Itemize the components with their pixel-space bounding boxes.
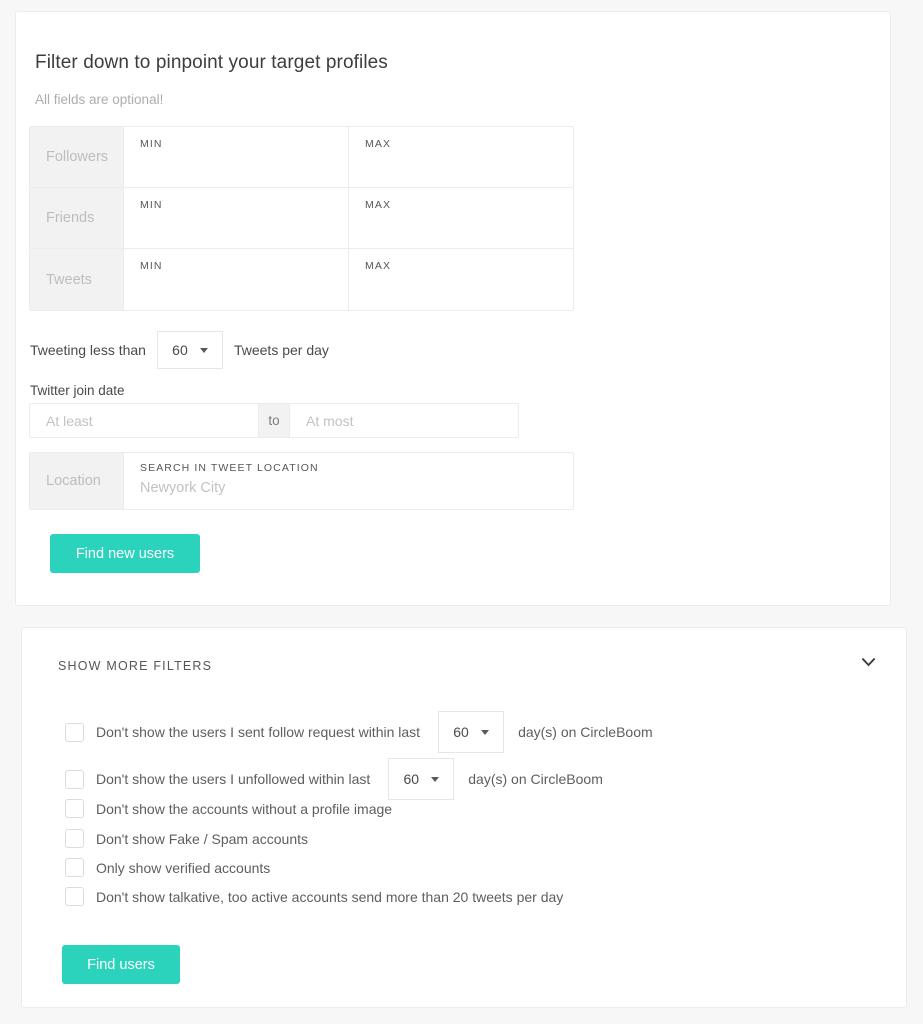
list-item: Don't show the users I sent follow reque…: [65, 711, 653, 753]
join-date-label: Twitter join date: [30, 383, 125, 398]
row-label-friends: Friends: [30, 188, 124, 248]
find-new-users-button[interactable]: Find new users: [50, 534, 200, 573]
checkbox-talkative[interactable]: [65, 887, 84, 906]
unfollowed-days-select[interactable]: 60: [388, 758, 455, 800]
checkbox-fake-spam[interactable]: [65, 829, 84, 848]
tweets-per-day-prefix: Tweeting less than: [30, 342, 146, 358]
tweets-per-day-row: Tweeting less than 60 Tweets per day: [30, 331, 329, 369]
tweets-per-day-suffix: Tweets per day: [233, 342, 329, 358]
find-users-button[interactable]: Find users: [62, 945, 180, 984]
option-label: Don't show the users I unfollowed within…: [96, 771, 371, 787]
checkbox-no-profile-image[interactable]: [65, 799, 84, 818]
location-field[interactable]: SEARCH IN TWEET LOCATION Newyork City: [124, 453, 573, 509]
friends-max-caption: MAX: [365, 199, 392, 211]
chevron-down-icon: [431, 776, 440, 782]
option-label: Don't show the accounts without a profil…: [96, 800, 393, 817]
list-item: Don't show Fake / Spam accounts: [65, 829, 308, 848]
table-row: Tweets MIN MAX: [30, 249, 573, 310]
list-item: Don't show talkative, too active account…: [65, 887, 563, 906]
followers-min-cell[interactable]: MIN: [124, 127, 349, 187]
show-more-filters-title: SHOW MORE FILTERS: [58, 659, 213, 673]
option-suffix: day(s) on CircleBoom: [468, 771, 603, 787]
join-date-from-input[interactable]: At least: [30, 404, 258, 437]
location-input[interactable]: Newyork City: [140, 480, 573, 496]
table-row: Friends MIN MAX: [30, 188, 573, 249]
location-label: Location: [30, 453, 124, 509]
follow-request-days-value: 60: [453, 724, 469, 740]
checkbox-unfollowed[interactable]: [65, 769, 84, 789]
list-item: Don't show the users I unfollowed within…: [65, 758, 603, 800]
tweets-per-day-select[interactable]: 60: [156, 331, 223, 369]
option-label: Don't show talkative, too active account…: [96, 888, 564, 905]
friends-min-caption: MIN: [140, 199, 163, 211]
followers-max-cell[interactable]: MAX: [349, 127, 573, 187]
unfollowed-days-value: 60: [403, 771, 420, 787]
tweets-min-cell[interactable]: MIN: [124, 249, 349, 310]
page-title: Filter down to pinpoint your target prof…: [35, 52, 388, 73]
list-item: Only show verified accounts: [65, 858, 270, 877]
checkbox-verified-only[interactable]: [65, 858, 84, 877]
friends-min-cell[interactable]: MIN: [124, 188, 349, 248]
follow-request-days-select[interactable]: 60: [438, 711, 505, 753]
join-date-separator: to: [258, 404, 290, 437]
friends-max-cell[interactable]: MAX: [349, 188, 573, 248]
page-subtitle: All fields are optional!: [35, 92, 164, 107]
page-root: Filter down to pinpoint your target prof…: [0, 0, 923, 1024]
tweets-max-caption: MAX: [365, 260, 392, 272]
location-caption: SEARCH IN TWEET LOCATION: [140, 462, 319, 474]
tweets-max-cell[interactable]: MAX: [349, 249, 573, 310]
join-date-to-input[interactable]: At most: [290, 404, 518, 437]
chevron-down-icon[interactable]: [858, 652, 878, 672]
minmax-table: Followers MIN MAX Friends MIN MAX Tweets…: [29, 126, 574, 311]
followers-max-caption: MAX: [365, 138, 392, 150]
row-label-tweets: Tweets: [30, 249, 124, 310]
chevron-down-icon: [480, 729, 489, 735]
list-item: Don't show the accounts without a profil…: [65, 799, 392, 818]
option-label: Don't show Fake / Spam accounts: [96, 830, 308, 847]
option-label: Don't show the users I sent follow reque…: [96, 724, 421, 740]
tweets-per-day-value: 60: [172, 342, 188, 358]
option-suffix: day(s) on CircleBoom: [518, 724, 653, 740]
chevron-down-icon: [199, 347, 208, 353]
join-date-group: At least to At most: [29, 403, 519, 438]
tweets-min-caption: MIN: [140, 260, 163, 272]
table-row: Followers MIN MAX: [30, 127, 573, 188]
row-label-followers: Followers: [30, 127, 124, 187]
option-label: Only show verified accounts: [96, 859, 271, 876]
location-row: Location SEARCH IN TWEET LOCATION Newyor…: [29, 452, 574, 510]
checkbox-follow-request[interactable]: [65, 722, 84, 742]
followers-min-caption: MIN: [140, 138, 163, 150]
